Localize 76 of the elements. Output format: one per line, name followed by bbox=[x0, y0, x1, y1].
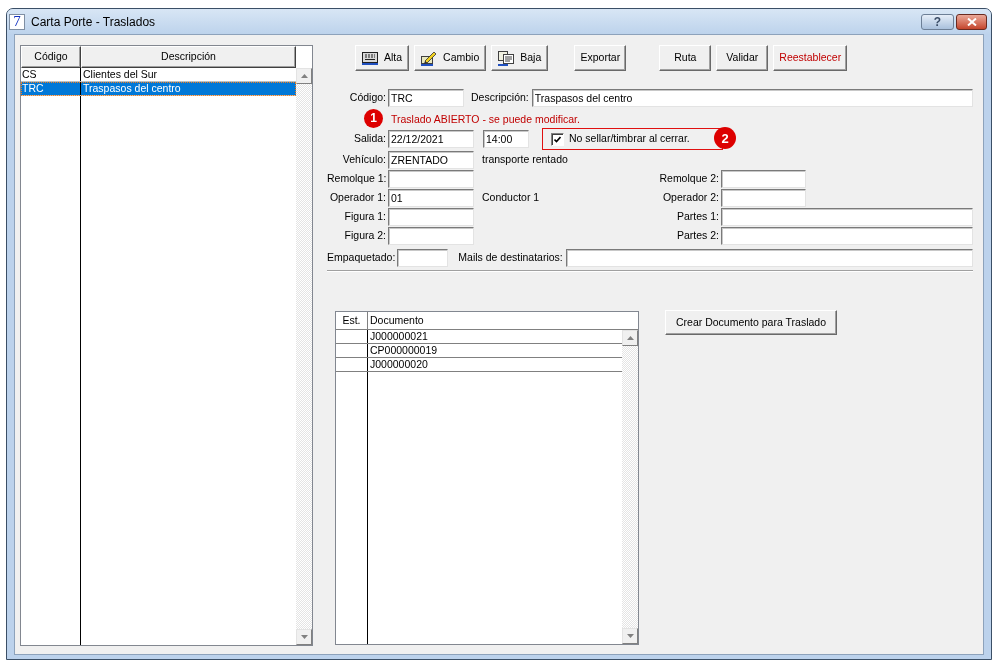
list-cell: TRC bbox=[21, 82, 81, 95]
scroll-up-button[interactable] bbox=[622, 330, 638, 346]
caret-up-icon bbox=[300, 74, 308, 78]
input-field[interactable] bbox=[721, 170, 806, 188]
app-logo: 7 bbox=[9, 13, 25, 30]
checkbox[interactable] bbox=[551, 132, 564, 146]
create-document-button[interactable]: Crear Documento para Traslado bbox=[665, 310, 837, 335]
input-field[interactable]: 01 bbox=[388, 189, 474, 207]
field-label: Partes 2: bbox=[675, 228, 720, 244]
caret-up-icon bbox=[626, 336, 634, 340]
table-cell-text: J000000021 bbox=[369, 330, 429, 343]
field-label: Remolque 2: bbox=[658, 171, 720, 187]
toolbar-button[interactable]: Reestablecer bbox=[773, 45, 848, 71]
field-label: Remolque 1: bbox=[327, 171, 388, 187]
close-button[interactable] bbox=[956, 13, 987, 30]
pencil-icon bbox=[421, 50, 438, 66]
checkbox-label[interactable]: No sellar/timbrar al cerrar. bbox=[569, 131, 690, 147]
field-label: Vehículo: bbox=[341, 152, 387, 168]
toolbar-button[interactable]: Validar bbox=[716, 45, 769, 71]
scrollbar[interactable] bbox=[622, 330, 638, 644]
column-header[interactable]: Descripción bbox=[81, 46, 296, 68]
field-label: Figura 2: bbox=[343, 228, 387, 244]
toolbar-button[interactable]: Cambio bbox=[414, 45, 487, 71]
table-cell-text: J000000020 bbox=[369, 358, 429, 371]
caret-down-icon bbox=[626, 634, 634, 638]
input-field[interactable] bbox=[388, 170, 474, 188]
field-label: Mails de destinatarios: bbox=[458, 250, 564, 266]
input-field[interactable] bbox=[721, 189, 806, 207]
window-title: Carta Porte - Traslados bbox=[31, 13, 156, 31]
input-field[interactable] bbox=[397, 249, 449, 267]
toolbar-button[interactable]: Alta bbox=[355, 45, 410, 71]
checkmark-icon bbox=[554, 135, 561, 143]
list-cell-text: Traspasos del centro bbox=[82, 82, 182, 95]
document-icon bbox=[498, 50, 515, 66]
field-label: Figura 1: bbox=[343, 209, 387, 225]
input-field[interactable]: 22/12/2021 bbox=[388, 130, 474, 148]
input-field[interactable]: 14:00 bbox=[483, 130, 529, 148]
input-field[interactable]: TRC bbox=[388, 89, 464, 107]
scrollbar[interactable] bbox=[296, 68, 312, 645]
field-label: Empaquetado: bbox=[327, 250, 397, 266]
field-label: Operador 2: bbox=[661, 190, 720, 206]
field-label: Partes 1: bbox=[675, 209, 720, 225]
toolbar-button[interactable]: Ruta bbox=[659, 45, 712, 71]
toolbar-button[interactable]: Exportar bbox=[574, 45, 627, 71]
toolbar-button[interactable]: Baja bbox=[491, 45, 549, 71]
input-field[interactable] bbox=[388, 227, 474, 245]
column-header[interactable]: Código bbox=[21, 46, 81, 68]
field-label: Salida: bbox=[352, 131, 387, 147]
field-label: Operador 1: bbox=[328, 190, 387, 206]
step-marker: 1 bbox=[364, 108, 383, 128]
scroll-down-button[interactable] bbox=[296, 629, 312, 645]
info-text: transporte rentado bbox=[482, 152, 568, 168]
scroll-down-button[interactable] bbox=[622, 628, 638, 644]
list-cell: CS bbox=[21, 68, 81, 81]
close-icon bbox=[966, 17, 977, 26]
status-message: Traslado ABIERTO - se puede modificar. bbox=[391, 111, 580, 127]
info-text: Conductor 1 bbox=[482, 190, 540, 206]
column-header[interactable]: Est. bbox=[336, 312, 368, 329]
input-field[interactable] bbox=[721, 227, 973, 245]
input-field[interactable] bbox=[721, 208, 973, 226]
input-field[interactable]: ZRENTADO bbox=[388, 151, 474, 169]
help-button[interactable]: ? bbox=[921, 13, 954, 30]
list-row[interactable]: CS Clientes del Sur bbox=[21, 68, 296, 82]
input-field[interactable] bbox=[565, 249, 973, 267]
input-field[interactable] bbox=[388, 208, 474, 226]
table-cell-text: CP000000019 bbox=[369, 344, 439, 357]
step-marker: 2 bbox=[714, 127, 736, 149]
input-field[interactable]: Traspasos del centro bbox=[531, 89, 973, 107]
keyboard-icon bbox=[362, 51, 378, 65]
list-cell-text: Clientes del Sur bbox=[82, 68, 159, 81]
field-label: Descripción: bbox=[471, 90, 530, 106]
field-label: Código: bbox=[348, 90, 387, 106]
scroll-up-button[interactable] bbox=[296, 68, 312, 84]
column-header[interactable]: Documento bbox=[368, 312, 638, 329]
list-row[interactable]: TRC Traspasos del centro bbox=[21, 82, 296, 96]
caret-down-icon bbox=[300, 635, 308, 639]
